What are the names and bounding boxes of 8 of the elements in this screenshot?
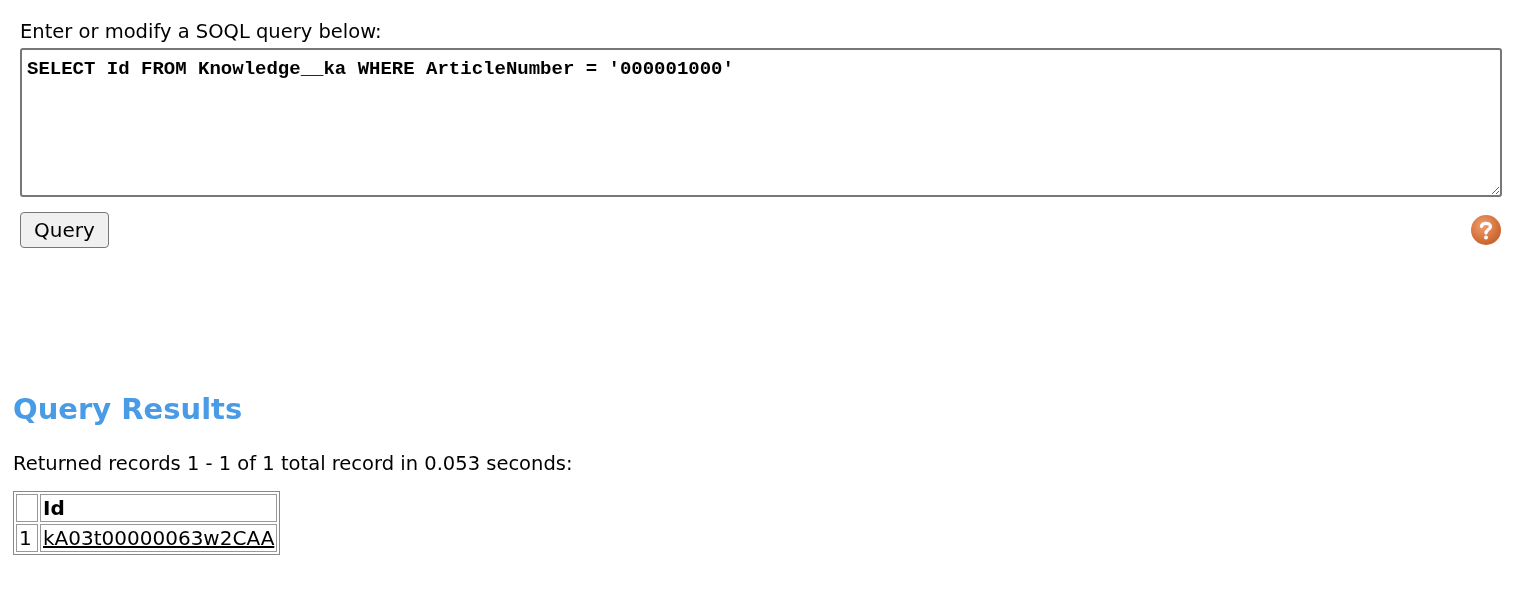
column-header: Id [40,494,278,522]
results-summary: Returned records 1 - 1 of 1 total record in 0.053 seconds: [13,451,574,477]
query-button[interactable]: Query [20,212,109,248]
query-label: Enter or modify a SOQL query below: [20,20,383,44]
help-icon[interactable] [1470,214,1502,246]
row-number: 1 [16,524,38,552]
results-heading: Query Results [13,391,244,427]
query-input[interactable]: SELECT Id FROM Knowledge__ka WHERE ArticleNumber = '000001000' [20,48,1502,197]
